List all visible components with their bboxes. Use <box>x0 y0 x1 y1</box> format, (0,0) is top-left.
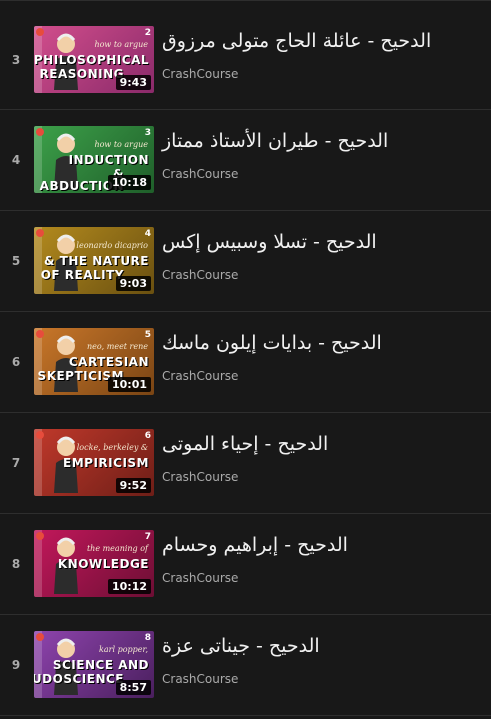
video-thumbnail[interactable]: 4 leonardo dicaprio & THE NATURE OF REALITY… <box>34 227 154 294</box>
thumbnail-stripe <box>34 530 42 597</box>
channel-name[interactable]: CrashCourse <box>162 672 238 686</box>
thumbnail-subtitle: leonardo dicaprio <box>76 241 148 250</box>
video-title[interactable]: الدحيح - جيناتى عزة <box>162 635 462 657</box>
video-duration: 10:18 <box>107 175 151 190</box>
episode-number: 6 <box>144 431 151 441</box>
crashcourse-logo-icon <box>36 229 44 237</box>
thumbnail-title-line-1: EMPIRICISM <box>63 456 149 470</box>
channel-name[interactable]: CrashCourse <box>162 470 238 484</box>
thumbnail-subtitle: neo, meet rene <box>86 342 148 351</box>
channel-name[interactable]: CrashCourse <box>162 67 238 81</box>
video-title-text: الدحيح - عائلة الحاج متولى مرزوق <box>162 30 432 52</box>
episode-number: 5 <box>144 330 151 340</box>
episode-number: 7 <box>144 532 151 542</box>
channel-name[interactable]: CrashCourse <box>162 268 238 282</box>
video-thumbnail[interactable]: 5 neo, meet rene CARTESIAN SKEPTICISM 10:01 <box>34 328 154 395</box>
video-duration: 9:03 <box>115 276 151 291</box>
thumbnail-title-line-1: KNOWLEDGE <box>57 557 149 571</box>
video-duration: 10:12 <box>107 579 151 594</box>
playlist-item[interactable]: 3 2 how to argue PHILOSOPHICAL REASONING 9:43… <box>0 0 491 110</box>
video-title[interactable]: الدحيح - بدايات إيلون ماسك <box>162 332 462 354</box>
playlist-list: 3 2 how to argue PHILOSOPHICAL REASONING 9:43… <box>0 0 491 716</box>
playlist-item[interactable]: 5 4 leonardo dicaprio & THE NATURE OF REALIT… <box>0 211 491 312</box>
crashcourse-logo-icon <box>36 128 44 136</box>
crashcourse-logo-icon <box>36 633 44 641</box>
episode-number: 8 <box>144 633 151 643</box>
video-title[interactable]: الدحيح - تسلا وسبيس إكس <box>162 231 462 253</box>
playlist-item-index: 6 <box>11 355 21 369</box>
crashcourse-logo-icon <box>36 330 44 338</box>
video-title[interactable]: الدحيح - إحياء الموتى <box>162 433 462 455</box>
thumbnail-stripe <box>34 227 42 294</box>
episode-number: 2 <box>144 28 151 38</box>
channel-name[interactable]: CrashCourse <box>162 571 238 585</box>
episode-number: 4 <box>144 229 151 239</box>
video-thumbnail[interactable]: 6 locke, berkeley & EMPIRICISM 9:52 <box>34 429 154 496</box>
video-title[interactable]: الدحيح - عائلة الحاج متولى مرزوق <box>162 30 462 52</box>
thumbnail-stripe <box>34 631 42 698</box>
channel-name[interactable]: CrashCourse <box>162 369 238 383</box>
playlist-item-index: 7 <box>11 456 21 470</box>
thumbnail-subtitle: locke, berkeley & <box>76 443 148 452</box>
video-title[interactable]: الدحيح - طيران الأستاذ ممتاز <box>162 130 462 152</box>
thumbnail-subtitle: karl popper, <box>99 645 148 654</box>
playlist-item[interactable]: 9 8 karl popper, SCIENCE ANDPSEUDOSCIENCE8:… <box>0 615 491 716</box>
video-duration: 10:01 <box>107 377 151 392</box>
playlist-item-index: 4 <box>11 153 21 167</box>
video-duration: 8:57 <box>115 680 151 695</box>
video-thumbnail[interactable]: 7 the meaning of KNOWLEDGE 10:12 <box>34 530 154 597</box>
thumbnail-title-line-1: PHILOSOPHICAL <box>34 53 149 67</box>
thumbnail-title-line-1: & THE NATURE <box>43 254 149 268</box>
video-title-text: الدحيح - إبراهيم وحسام <box>162 534 348 556</box>
video-thumbnail[interactable]: 8 karl popper, SCIENCE ANDPSEUDOSCIENCE8:5… <box>34 631 154 698</box>
playlist-item-index: 8 <box>11 557 21 571</box>
crashcourse-logo-icon <box>36 532 44 540</box>
playlist-item-index: 3 <box>11 53 21 67</box>
video-title-text: الدحيح - تسلا وسبيس إكس <box>162 231 377 253</box>
video-duration: 9:52 <box>115 478 151 493</box>
playlist-item-index: 9 <box>11 658 21 672</box>
playlist-item-index: 5 <box>11 254 21 268</box>
thumbnail-title-line-1: CARTESIAN <box>68 355 149 369</box>
playlist-item[interactable]: 7 6 locke, berkeley & EMPIRICISM 9:52 الدحيح … <box>0 413 491 514</box>
thumbnail-title-line-1: INDUCTION <box>68 153 149 167</box>
thumbnail-subtitle: how to argue <box>94 40 148 49</box>
video-thumbnail[interactable]: 3 how to argue INDUCTION & ABDUCTION 10:18 <box>34 126 154 193</box>
thumbnail-subtitle: how to argue <box>94 140 148 149</box>
thumbnail-title-line-2: PSEUDOSCIENCE <box>34 672 124 686</box>
thumbnail-stripe <box>34 429 42 496</box>
playlist-item[interactable]: 6 5 neo, meet rene CARTESIAN SKEPTICISM 10:01… <box>0 312 491 413</box>
video-title-text: الدحيح - إحياء الموتى <box>162 433 329 455</box>
crashcourse-logo-icon <box>36 28 44 36</box>
episode-number: 3 <box>144 128 151 138</box>
video-duration: 9:43 <box>115 75 151 90</box>
crashcourse-logo-icon <box>36 431 44 439</box>
playlist-item[interactable]: 8 7 the meaning of KNOWLEDGE 10:12 الدحيح - إ… <box>0 514 491 615</box>
thumbnail-stripe <box>34 328 42 395</box>
thumbnail-title-line-1: SCIENCE AND <box>52 658 149 672</box>
channel-name[interactable]: CrashCourse <box>162 167 238 181</box>
thumbnail-subtitle: the meaning of <box>86 544 148 553</box>
video-thumbnail[interactable]: 2 how to argue PHILOSOPHICAL REASONING 9:43 <box>34 26 154 93</box>
playlist-item[interactable]: 4 3 how to argue INDUCTION & ABDUCTION 10:18 ا… <box>0 110 491 211</box>
thumbnail-title-line-2: OF REALITY <box>40 268 124 282</box>
video-title-text: الدحيح - جيناتى عزة <box>162 635 320 657</box>
video-title[interactable]: الدحيح - إبراهيم وحسام <box>162 534 462 556</box>
video-title-text: الدحيح - طيران الأستاذ ممتاز <box>162 130 389 152</box>
thumbnail-title-line-2: REASONING <box>39 67 124 81</box>
video-title-text: الدحيح - بدايات إيلون ماسك <box>162 332 382 354</box>
